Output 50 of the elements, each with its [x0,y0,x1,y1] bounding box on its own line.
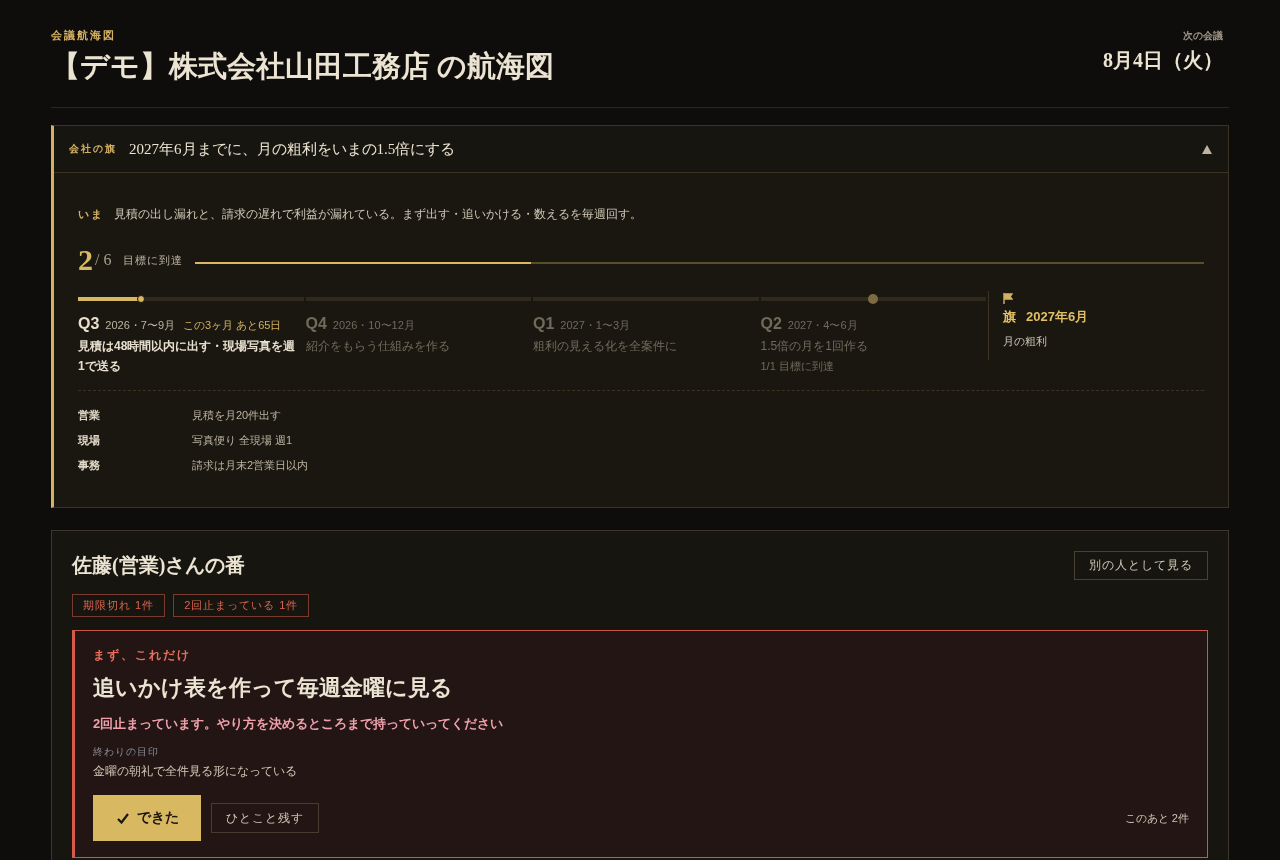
progress-caption: 目標に到達 [123,252,184,268]
status-tag: 2回止まっている 1件 [173,594,310,617]
now-text: 見積の出し漏れと、請求の遅れで利益が漏れている。まず出す・追いかける・数えるを毎週回す。 [114,206,642,223]
check-icon [117,812,129,824]
days-left-label: この3ヶ月 あと65日 [183,318,282,333]
quarter-period: 2027・4〜6月 [787,318,858,333]
stalled-warning: 2回止まっています。やり方を決めるところまで持っていってください [93,715,505,733]
done-criteria-text: 金曜の朝礼で全件見る形になっている [93,763,298,780]
quarter-period: 2026・10〜12月 [332,318,415,333]
department-target: 請求は月末2営業日以内 [192,458,310,473]
leave-note-button[interactable]: ひとこと残す [211,803,319,833]
quarter-period: 2026・7〜9月 [105,318,176,333]
now-label: いま [78,207,104,222]
done-button[interactable]: できた [93,795,201,841]
quarter-goal: 紹介をもらう仕組みを作る [305,338,451,355]
flag-goal: 2027年6月までに、月の粗利をいまの1.5倍にする [129,139,457,159]
page-eyebrow: 会議航海図 [51,28,117,42]
department-target: 見積を月20件出す [192,408,283,423]
quarter-period: 2027・1〜3月 [560,318,631,333]
quarter-goal: 1.5倍の月を1回作る [760,338,869,355]
department-name: 現場 [78,433,101,448]
flag-label: 会社の旗 [69,142,117,156]
turn-title: 佐藤(営業)さんの番 [72,553,246,579]
goals-reached-count: 2 [78,245,93,275]
switch-person-button[interactable]: 別の人として見る [1074,551,1208,580]
quarter-name: Q4 [305,315,327,333]
quarter-goal: 見積は48時間以内に出す・現場写真を週1で送る [78,338,297,375]
position-dot-icon [137,295,146,303]
flag-target-metric: 月の粗利 [1003,334,1047,349]
quarter-name: Q1 [533,315,555,333]
department-name: 事務 [78,458,101,473]
focus-eyebrow: まず、これだけ [93,648,192,662]
quarter-goal-status: 1/1 目標に到達 [760,359,835,374]
status-tag: 期限切れ 1件 [72,594,166,617]
focus-task-title: 追いかけ表を作って毎週金曜に見る [93,674,454,702]
page-title: 【デモ】株式会社山田工務店 の航海図 [51,49,555,84]
department-target: 写真便り 全現場 週1 [192,433,294,448]
quarter-name: Q2 [760,315,782,333]
flag-icon [1003,293,1013,304]
flag-target-label: 旗 [1003,308,1016,326]
next-meeting-date: 8月4日（火） [1103,48,1223,73]
next-meeting-label: 次の会議 [1183,29,1223,43]
collapse-caret-icon[interactable] [1202,144,1212,154]
done-criteria-label: 終わりの目印 [93,745,160,759]
quarter-goal: 粗利の見える化を全案件に [533,338,678,355]
goals-total: / 6 [95,251,112,269]
department-name: 営業 [78,408,101,423]
flag-target-date: 2027年6月 [1026,308,1089,326]
quarter-name: Q3 [78,315,100,333]
remaining-count: このあと 2件 [1124,810,1189,826]
